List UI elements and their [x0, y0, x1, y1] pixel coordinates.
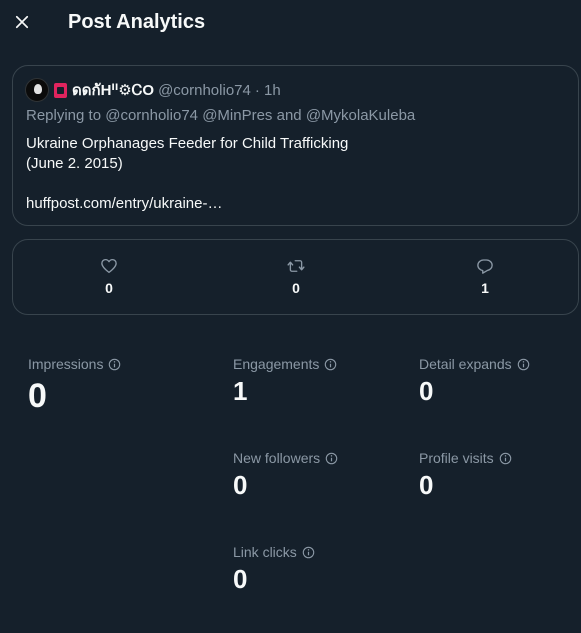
reply-icon: [475, 256, 495, 276]
profile-visits-metric: Profile visits 0: [419, 450, 512, 500]
replies-stat[interactable]: 1: [465, 256, 505, 296]
avatar[interactable]: [25, 78, 49, 102]
metric-value: 0: [233, 564, 248, 594]
info-icon[interactable]: [517, 358, 530, 371]
replies-count: 1: [481, 280, 489, 296]
reposts-count: 0: [292, 280, 300, 296]
tweet-text: Ukraine Orphanages Feeder for Child Traf…: [26, 134, 566, 214]
reposts-stat[interactable]: 0: [276, 256, 316, 296]
likes-stat[interactable]: 0: [89, 256, 129, 296]
tweet-card[interactable]: ดดกัHᑊᑊ⚙ᏟO @cornholio74 · 1h Replying to…: [12, 65, 579, 226]
repost-icon: [286, 256, 306, 276]
author-handle[interactable]: @cornholio74: [158, 82, 251, 99]
tweet-text-line: (June 2. 2015): [26, 155, 123, 172]
metric-value: 0: [233, 470, 248, 500]
info-icon[interactable]: [499, 452, 512, 465]
link-clicks-metric: Link clicks 0: [233, 544, 315, 594]
modal-header: Post Analytics: [0, 0, 581, 46]
replying-prefix: Replying to: [26, 107, 102, 124]
info-icon[interactable]: [108, 358, 121, 371]
impressions-metric: Impressions 0: [28, 356, 121, 416]
close-button[interactable]: [10, 10, 34, 34]
mention-link[interactable]: @cornholio74: [105, 107, 198, 124]
metric-label: Detail expands: [419, 356, 530, 372]
display-name[interactable]: ดดกัHᑊᑊ⚙ᏟO: [72, 78, 154, 102]
info-icon[interactable]: [324, 358, 337, 371]
metric-value: 1: [233, 376, 248, 406]
metric-label: New followers: [233, 450, 338, 466]
engagement-bar: 0 0 1: [12, 239, 579, 315]
metric-value: 0: [419, 470, 434, 500]
metric-label: Link clicks: [233, 544, 315, 560]
tweet-author-line: ดดกัHᑊᑊ⚙ᏟO @cornholio74 · 1h: [54, 80, 281, 100]
page-title: Post Analytics: [68, 11, 206, 33]
close-icon: [15, 15, 29, 29]
likes-count: 0: [105, 280, 113, 296]
new-followers-metric: New followers 0: [233, 450, 338, 500]
mention-link[interactable]: @MinPres: [202, 107, 272, 124]
metric-label: Profile visits: [419, 450, 512, 466]
info-icon[interactable]: [302, 546, 315, 559]
metric-value: 0: [28, 377, 47, 415]
tweet-text-line: Ukraine Orphanages Feeder for Child Traf…: [26, 135, 349, 152]
heart-icon: [99, 256, 119, 276]
detail-expands-metric: Detail expands 0: [419, 356, 530, 406]
tweet-link[interactable]: huffpost.com/entry/ukraine-…: [26, 194, 566, 214]
engagements-metric: Engagements 1: [233, 356, 337, 406]
mention-link[interactable]: @MykolaKuleba: [306, 107, 415, 124]
metric-value: 0: [419, 376, 434, 406]
replying-and: and: [276, 107, 302, 124]
metric-label: Engagements: [233, 356, 337, 372]
info-icon[interactable]: [325, 452, 338, 465]
metric-label: Impressions: [28, 356, 121, 372]
tweet-time[interactable]: · 1h: [255, 82, 281, 99]
replying-to-line: Replying to @cornholio74 @MinPres and @M…: [26, 107, 415, 124]
flag-icon: [54, 82, 67, 98]
